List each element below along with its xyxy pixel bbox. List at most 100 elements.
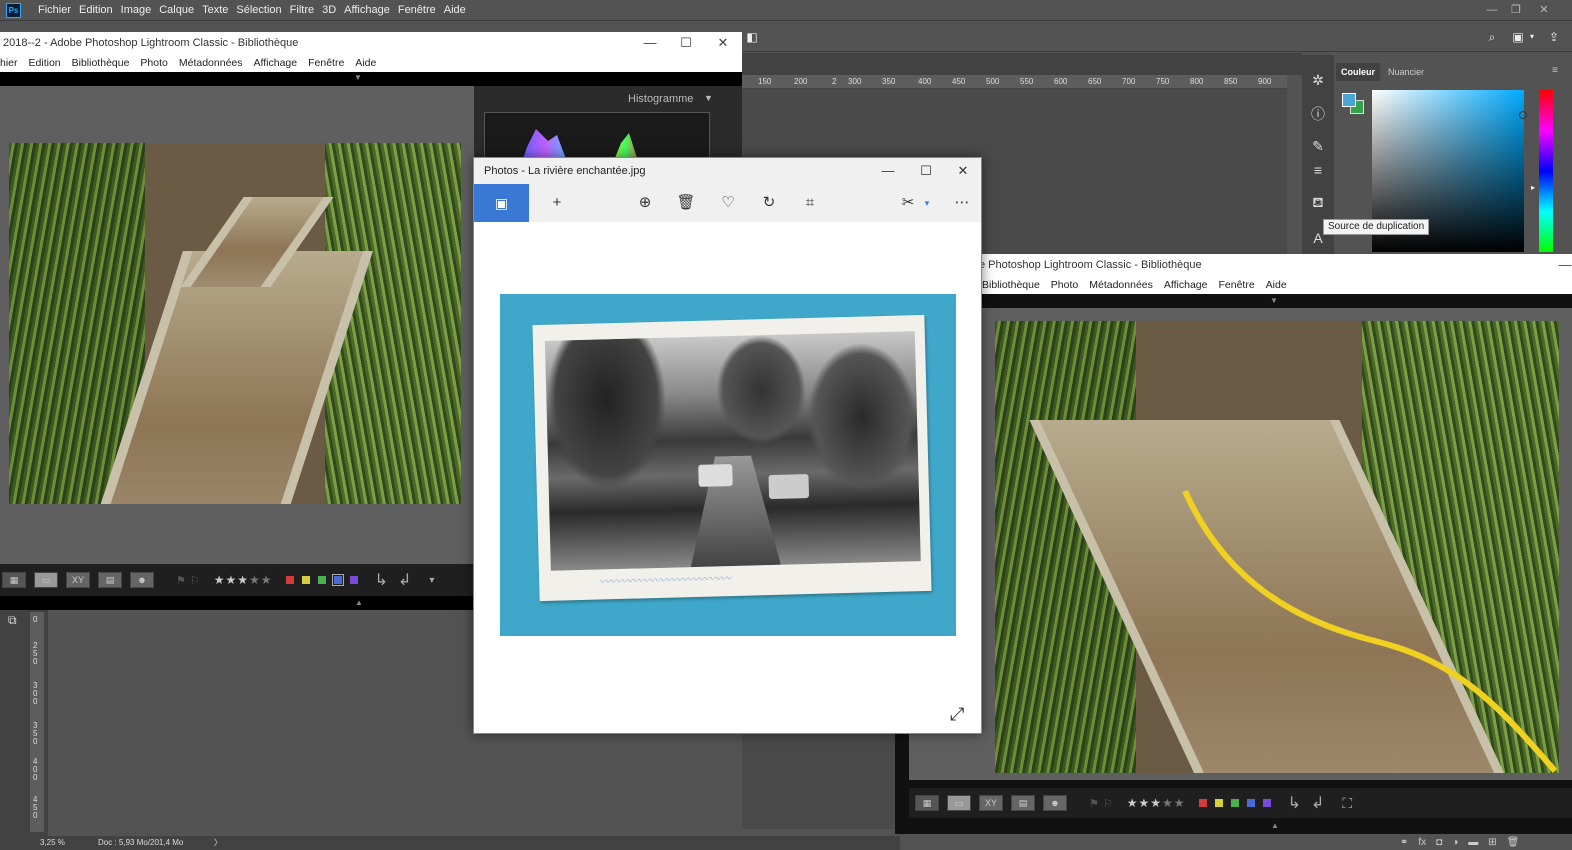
- rating-stars-on[interactable]: ★★★: [1127, 796, 1162, 810]
- label-blue[interactable]: [331, 574, 344, 586]
- loupe-view-icon[interactable]: ▭: [34, 572, 58, 588]
- histogram-collapse-icon[interactable]: ▼: [704, 93, 713, 103]
- ps-minimize-button[interactable]: —: [1480, 0, 1504, 21]
- ps-menu-texte[interactable]: Texte: [198, 0, 232, 21]
- lr-left-menu-photo[interactable]: Photo: [140, 57, 167, 69]
- lr-left-filmstrip-toggle-icon[interactable]: ▲: [355, 598, 363, 607]
- lr-left-menu-edition[interactable]: Edition: [29, 57, 61, 69]
- histogram-title[interactable]: Histogramme: [628, 93, 693, 105]
- ps-menu-image[interactable]: Image: [117, 0, 156, 21]
- label-yellow[interactable]: [1213, 798, 1224, 808]
- ps-menu-calque[interactable]: Calque: [155, 0, 198, 21]
- label-green[interactable]: [316, 575, 327, 585]
- add-icon[interactable]: +: [546, 193, 568, 213]
- sliders-icon[interactable]: ≡: [1308, 160, 1328, 180]
- view-image-icon[interactable]: ▣: [474, 184, 529, 222]
- survey-view-icon[interactable]: ▤: [98, 572, 122, 588]
- label-yellow[interactable]: [300, 575, 311, 585]
- label-red[interactable]: [1197, 798, 1208, 808]
- lr-right-top-panel-toggle-icon[interactable]: ▼: [1270, 296, 1278, 305]
- ps-menu-fenetre[interactable]: Fenêtre: [394, 0, 440, 21]
- edit-dropdown-icon[interactable]: ▾: [916, 193, 938, 213]
- ps-restore-button[interactable]: ❐: [1504, 0, 1528, 21]
- label-purple[interactable]: [1261, 798, 1272, 808]
- rotate-right-icon[interactable]: ↲: [1311, 793, 1324, 813]
- clone-source-icon[interactable]: ⛾: [1308, 192, 1328, 212]
- workspace-icon[interactable]: ▣: [1510, 30, 1526, 44]
- postcard-photo[interactable]: 〰〰〰〰〰〰〰〰〰〰〰〰: [500, 294, 956, 636]
- hue-slider-handle[interactable]: ▸: [1531, 183, 1535, 192]
- compare-view-button[interactable]: XY: [66, 572, 90, 588]
- ps-menu-affichage[interactable]: Affichage: [340, 0, 394, 21]
- fx-icon[interactable]: fx: [1418, 837, 1426, 848]
- lr-right-minimize-button[interactable]: —: [1553, 257, 1572, 272]
- lr-left-menu-bibliotheque[interactable]: Bibliothèque: [72, 57, 130, 69]
- link-icon[interactable]: ⚭: [1400, 837, 1408, 848]
- lr-left-menu-fichier[interactable]: hier: [0, 57, 18, 69]
- rotate-left-icon[interactable]: ↳: [375, 570, 388, 590]
- rotate-right-icon[interactable]: ↲: [398, 570, 411, 590]
- brush-icon[interactable]: ✎: [1308, 136, 1328, 156]
- mask-icon[interactable]: ◘: [1436, 837, 1442, 848]
- lr-left-minimize-button[interactable]: —: [638, 35, 662, 50]
- label-blue[interactable]: [1245, 798, 1256, 808]
- lr-left-maximize-button[interactable]: ☐: [674, 35, 698, 51]
- reject-flag-icon[interactable]: ⚐: [190, 574, 200, 587]
- lr-left-close-button[interactable]: ✕: [711, 35, 735, 51]
- grid-view-icon[interactable]: ▦: [2, 572, 26, 588]
- photos-maximize-button[interactable]: ☐: [914, 161, 938, 181]
- toolbar-menu-icon[interactable]: ▾: [429, 575, 434, 586]
- foreground-color-swatch[interactable]: [1342, 93, 1356, 107]
- people-view-icon[interactable]: ☻: [1043, 795, 1067, 811]
- delete-icon[interactable]: 🗑: [675, 193, 697, 213]
- path-photo-after[interactable]: [995, 321, 1559, 773]
- brightness-icon[interactable]: ✲: [1308, 70, 1328, 90]
- lr-left-menu-fenetre[interactable]: Fenêtre: [308, 57, 344, 69]
- rotate-icon[interactable]: ↻: [758, 193, 780, 213]
- zoom-icon[interactable]: ⊕: [634, 193, 656, 213]
- lr-right-filmstrip-toggle-icon[interactable]: ▲: [1271, 821, 1279, 830]
- crop-icon[interactable]: ⌗: [799, 193, 821, 213]
- new-layer-icon[interactable]: ⊞: [1488, 837, 1496, 848]
- compare-view-button[interactable]: XY: [979, 795, 1003, 811]
- path-photo-before[interactable]: [9, 143, 461, 504]
- rating-stars-off[interactable]: ★★: [1162, 796, 1186, 810]
- tab-couleur[interactable]: Couleur: [1336, 63, 1380, 81]
- rating-stars-on[interactable]: ★★★: [214, 573, 249, 587]
- label-green[interactable]: [1229, 798, 1240, 808]
- camera-icon[interactable]: ◧: [744, 30, 760, 44]
- ps-menu-filtre[interactable]: Filtre: [286, 0, 318, 21]
- adjustment-icon[interactable]: ◑: [1452, 837, 1458, 848]
- lr-right-menu-metadonnees[interactable]: Métadonnées: [1089, 279, 1153, 291]
- lr-left-menu-affichage[interactable]: Affichage: [254, 57, 298, 69]
- flag-icon[interactable]: ⚑: [1089, 797, 1099, 810]
- ps-menu-fichier[interactable]: Fichier: [34, 0, 75, 21]
- favorite-icon[interactable]: ♡: [717, 193, 739, 213]
- screen-mode-icon[interactable]: ⧉: [8, 613, 17, 628]
- lr-right-menu-affichage[interactable]: Affichage: [1164, 279, 1208, 291]
- grid-view-icon[interactable]: ▦: [915, 795, 939, 811]
- lr-right-menu-photo[interactable]: Photo: [1051, 279, 1078, 291]
- ps-close-button[interactable]: ✕: [1532, 0, 1556, 21]
- lr-right-menu-aide[interactable]: Aide: [1266, 279, 1287, 291]
- panel-menu-icon[interactable]: ≡: [1552, 65, 1558, 76]
- lr-left-menu-aide[interactable]: Aide: [355, 57, 376, 69]
- lr-left-menu-metadonnees[interactable]: Métadonnées: [179, 57, 243, 69]
- lr-left-top-panel-toggle-icon[interactable]: ▼: [354, 73, 362, 82]
- ps-menu-selection[interactable]: Sélection: [232, 0, 285, 21]
- search-icon[interactable]: ⌕: [1484, 30, 1500, 44]
- photos-minimize-button[interactable]: —: [876, 161, 900, 181]
- folder-icon[interactable]: ▬: [1468, 837, 1478, 848]
- lr-right-menu-bibliotheque[interactable]: Bibliothèque: [982, 279, 1040, 291]
- ps-menu-edition[interactable]: Edition: [75, 0, 117, 21]
- reject-flag-icon[interactable]: ⚐: [1103, 797, 1113, 810]
- rating-stars-off[interactable]: ★★: [249, 573, 273, 587]
- trash-icon[interactable]: 🗑: [1507, 837, 1520, 848]
- share-icon[interactable]: ⇪: [1546, 30, 1562, 44]
- status-menu-arrow-icon[interactable]: 〉: [214, 837, 222, 848]
- crop-overlay-icon[interactable]: ⛶: [1342, 795, 1352, 812]
- loupe-view-icon[interactable]: ▭: [947, 795, 971, 811]
- survey-view-icon[interactable]: ▤: [1011, 795, 1035, 811]
- lr-right-menu-fenetre[interactable]: Fenêtre: [1218, 279, 1254, 291]
- info-icon[interactable]: ⓘ: [1308, 104, 1328, 124]
